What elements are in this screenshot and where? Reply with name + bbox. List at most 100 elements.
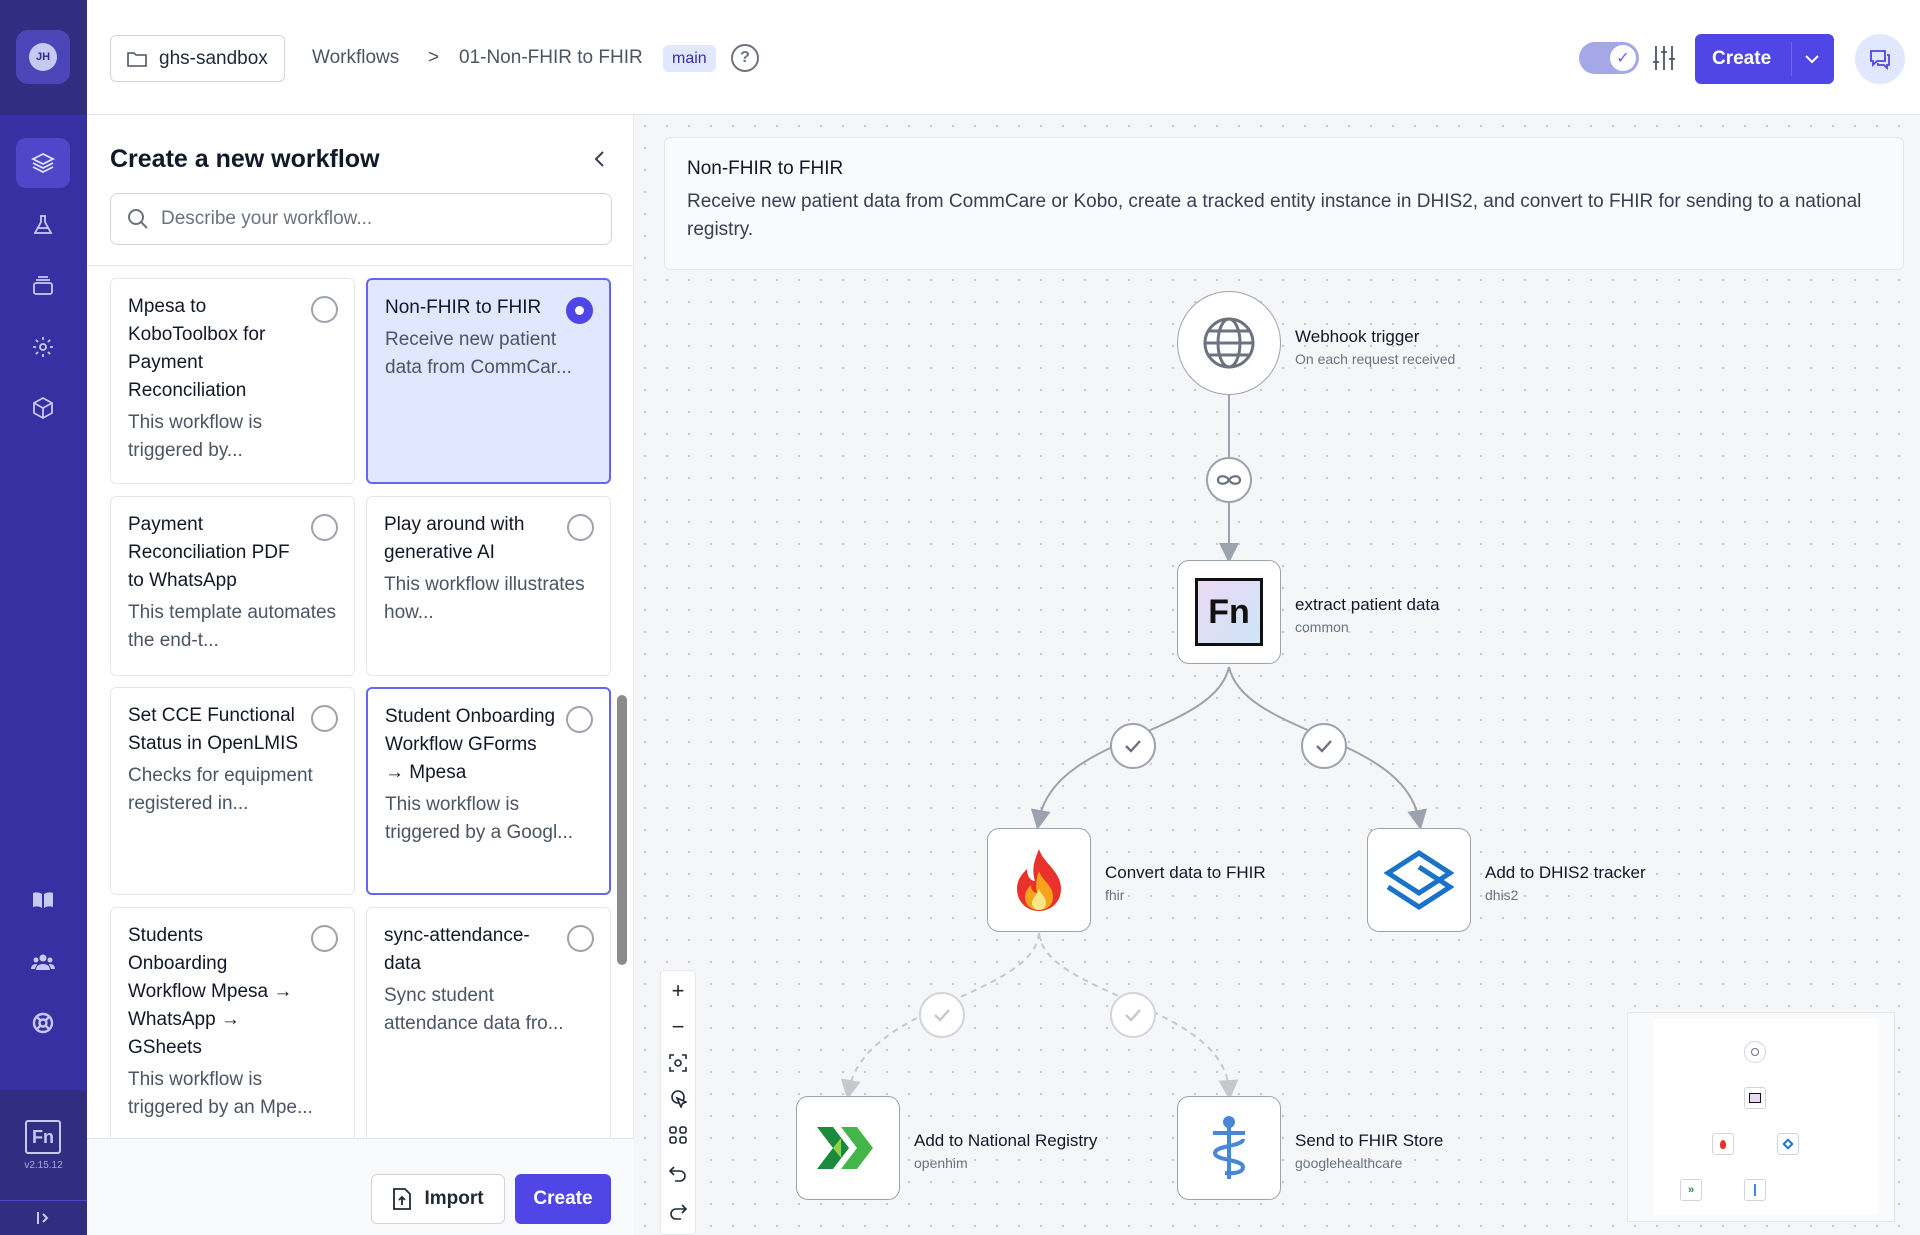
template-card[interactable]: Students Onboarding Workflow Mpesa → Wha…	[110, 907, 355, 1138]
workflow-settings-button[interactable]	[1648, 42, 1680, 74]
user-avatar[interactable]: JH	[16, 30, 70, 84]
edge-success-pill[interactable]	[1301, 723, 1347, 769]
workflow-search	[110, 193, 612, 245]
node-sublabel: fhir	[1105, 887, 1125, 903]
template-card-selected[interactable]: Non-FHIR to FHIR Receive new patient dat…	[366, 278, 611, 484]
template-radio[interactable]	[311, 705, 338, 732]
help-icon[interactable]: ?	[731, 44, 759, 72]
undo-button[interactable]	[661, 1155, 695, 1191]
search-input[interactable]	[161, 208, 591, 230]
minimap-job-node	[1744, 1087, 1766, 1109]
nav-sandboxes[interactable]	[16, 200, 70, 250]
project-selector[interactable]: ghs-sandbox	[110, 35, 285, 82]
template-card[interactable]: sync-attendance-data Sync student attend…	[366, 907, 611, 1138]
template-radio[interactable]	[566, 297, 593, 324]
job-node[interactable]: Fn	[1177, 560, 1281, 664]
check-icon	[1125, 1009, 1141, 1022]
dhis2-icon	[1782, 1138, 1794, 1150]
collapse-panel-button[interactable]	[587, 147, 611, 171]
primary-nav: JH Fn v2.15.12	[0, 0, 87, 1235]
template-title: Mpesa to KoboToolbox for Payment Reconci…	[128, 296, 266, 401]
app-version: v2.15.12	[24, 1160, 63, 1171]
book-icon	[33, 892, 53, 908]
nav-settings[interactable]	[16, 322, 70, 372]
lifebuoy-icon	[32, 1012, 54, 1034]
template-radio[interactable]	[566, 706, 593, 733]
workflow-canvas[interactable]: Non-FHIR to FHIR Receive new patient dat…	[634, 115, 1920, 1235]
nav-history[interactable]	[16, 261, 70, 311]
template-radio[interactable]	[311, 514, 338, 541]
openhim-icon	[817, 1127, 873, 1169]
template-card[interactable]: Payment Reconciliation PDF to WhatsApp T…	[110, 496, 355, 676]
sliders-icon	[1653, 46, 1675, 70]
minimap-job-node	[1744, 1179, 1766, 1201]
node-label: extract patient data	[1295, 595, 1440, 614]
template-card[interactable]: Set CCE Functional Status in OpenLMIS Ch…	[110, 687, 355, 895]
edge-disabled-pill[interactable]	[919, 992, 965, 1038]
top-header: ghs-sandbox Workflows > 01-Non-FHIR to F…	[87, 0, 1920, 115]
zoom-in-button[interactable]: +	[661, 973, 695, 1009]
chevron-down-icon[interactable]	[1803, 48, 1821, 70]
nav-workflows[interactable]	[16, 138, 70, 188]
edge-disabled-pill[interactable]	[1110, 992, 1156, 1038]
grid-icon	[669, 1126, 687, 1144]
edge-success-pill[interactable]	[1110, 723, 1156, 769]
template-card[interactable]: Play around with generative AI This work…	[366, 496, 611, 676]
nav-support[interactable]	[16, 998, 70, 1048]
minimap[interactable]: »	[1627, 1012, 1895, 1222]
job-node[interactable]	[1367, 828, 1471, 932]
node-label: Convert data to FHIR	[1105, 863, 1266, 882]
workflow-enabled-toggle[interactable]: ✓	[1579, 42, 1639, 74]
template-title: Payment Reconciliation PDF to WhatsApp	[128, 514, 290, 591]
template-radio[interactable]	[311, 296, 338, 323]
caduceus-icon	[1754, 1184, 1756, 1196]
expand-nav-button[interactable]	[0, 1200, 87, 1235]
panel-footer: Import Create	[87, 1138, 634, 1235]
breadcrumb-workflow-name[interactable]: 01-Non-FHIR to FHIR	[459, 47, 643, 69]
redo-icon	[670, 1204, 687, 1220]
create-split-button[interactable]: Create	[1695, 34, 1834, 84]
plus-icon: +	[671, 978, 685, 1003]
template-radio[interactable]	[567, 514, 594, 541]
caduceus-icon	[1212, 1116, 1246, 1179]
breadcrumb-workflows[interactable]: Workflows	[312, 47, 399, 69]
nav-collections[interactable]	[16, 383, 70, 433]
pointer-mode-button[interactable]	[661, 1081, 695, 1117]
zoom-out-button[interactable]: −	[661, 1009, 695, 1045]
template-list-scrollbar[interactable]	[617, 695, 627, 965]
minimap-viewport: »	[1654, 1019, 1878, 1215]
expand-sidebar-icon	[36, 1212, 48, 1224]
template-card[interactable]: Mpesa to KoboToolbox for Payment Reconci…	[110, 278, 355, 484]
auto-layout-button[interactable]	[661, 1117, 695, 1153]
check-icon	[1316, 740, 1332, 753]
check-icon	[1125, 740, 1141, 753]
trigger-node[interactable]	[1177, 291, 1281, 395]
file-upload-icon	[393, 1188, 412, 1210]
import-button[interactable]: Import	[371, 1174, 505, 1224]
fit-view-button[interactable]	[661, 1045, 695, 1081]
edge-always-pill[interactable]	[1206, 457, 1252, 503]
node-sublabel: googlehealthcare	[1295, 1155, 1403, 1171]
nav-header: JH	[0, 0, 87, 115]
template-radio[interactable]	[311, 925, 338, 952]
job-node[interactable]	[1177, 1096, 1281, 1200]
node-label: Add to National Registry	[914, 1131, 1098, 1150]
panel-title: Create a new workflow	[110, 145, 380, 173]
template-description: This template automates the end-t...	[128, 602, 337, 651]
template-card[interactable]: Student Onboarding Workflow GForms → Mpe…	[366, 687, 611, 895]
job-node[interactable]	[987, 828, 1091, 932]
openhim-icon: »	[1687, 1184, 1695, 1196]
avatar-initials: JH	[29, 43, 57, 71]
nav-community[interactable]	[16, 937, 70, 987]
job-node[interactable]	[796, 1096, 900, 1200]
template-description: This workflow is triggered by a Googl...	[385, 794, 573, 843]
globe-icon	[1203, 317, 1255, 369]
template-description: This workflow is triggered by...	[128, 412, 263, 461]
dhis2-icon	[1384, 850, 1454, 910]
node-sublabel: openhim	[914, 1155, 968, 1171]
ai-chat-button[interactable]	[1855, 34, 1905, 84]
template-radio[interactable]	[567, 925, 594, 952]
nav-docs[interactable]	[16, 875, 70, 925]
create-workflow-button[interactable]: Create	[515, 1174, 611, 1224]
redo-button[interactable]	[661, 1193, 695, 1229]
